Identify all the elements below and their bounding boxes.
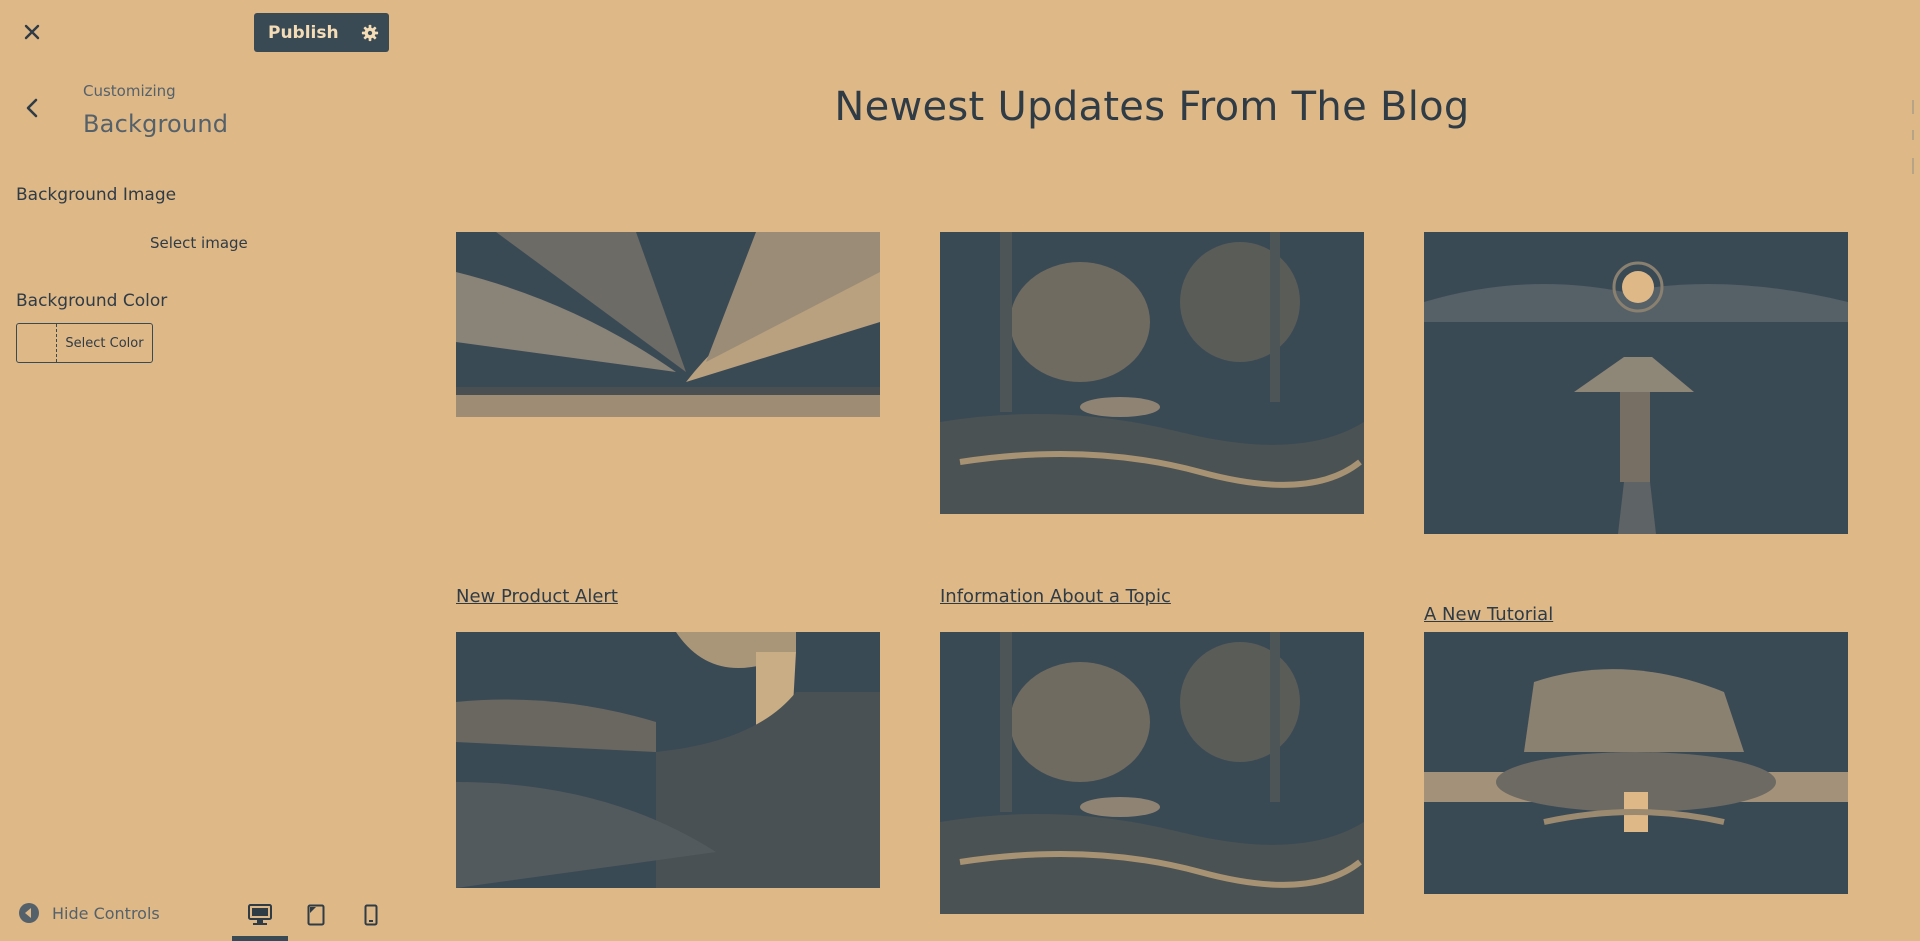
panel-title: Background [83, 110, 229, 138]
breadcrumb: Customizing [83, 82, 176, 100]
blog-heading: Newest Updates From The Blog [834, 84, 1470, 130]
scroll-indicator [1910, 100, 1916, 180]
back-button[interactable] [14, 90, 50, 126]
preview-tablet-button[interactable] [288, 895, 344, 935]
post-link-new-product-alert[interactable]: New Product Alert [456, 586, 618, 607]
post-thumbnail-forest-stream[interactable] [940, 232, 1364, 514]
gear-icon [361, 24, 378, 41]
select-color-button[interactable]: Select Color [16, 323, 153, 363]
close-icon [24, 24, 40, 40]
post-link-a-new-tutorial[interactable]: A New Tutorial [1424, 604, 1553, 625]
hide-controls-button[interactable]: Hide Controls [18, 902, 160, 924]
post-thumbnail-waterfall-cliff[interactable] [456, 632, 880, 888]
tablet-icon [307, 904, 325, 926]
select-image-button[interactable]: Select image [150, 234, 248, 252]
post-link-information-about-a-topic[interactable]: Information About a Topic [940, 586, 1171, 607]
mobile-icon [364, 904, 378, 926]
background-color-label: Background Color [16, 291, 168, 311]
site-preview[interactable]: Newest Updates From The Blog New Product… [408, 0, 1920, 941]
publish-group: Publish [254, 13, 389, 52]
color-swatch [17, 324, 57, 362]
hide-controls-label: Hide Controls [52, 903, 160, 923]
close-customizer-button[interactable] [14, 14, 50, 50]
customizer-sidebar: Publish Customizing Background Backgroun… [0, 0, 408, 941]
preview-desktop-button[interactable] [232, 895, 288, 941]
customizer-app: Publish Customizing Background Backgroun… [0, 0, 1920, 941]
background-image-label: Background Image [16, 185, 177, 205]
collapse-icon [19, 903, 39, 923]
publish-settings-button[interactable] [351, 13, 389, 52]
post-thumbnail-moonlit-pier[interactable] [1424, 232, 1848, 534]
post-thumbnail-cave-tree[interactable] [1424, 632, 1848, 894]
select-color-label: Select Color [65, 335, 144, 351]
post-thumbnail-forest-stream-2[interactable] [940, 632, 1364, 914]
chevron-left-icon [26, 98, 38, 118]
post-thumbnail-sky-over-sea[interactable] [456, 232, 880, 512]
customizer-footer: Hide Controls [0, 883, 408, 941]
preview-mobile-button[interactable] [343, 895, 399, 935]
desktop-icon [248, 904, 272, 925]
publish-button[interactable]: Publish [254, 13, 351, 52]
